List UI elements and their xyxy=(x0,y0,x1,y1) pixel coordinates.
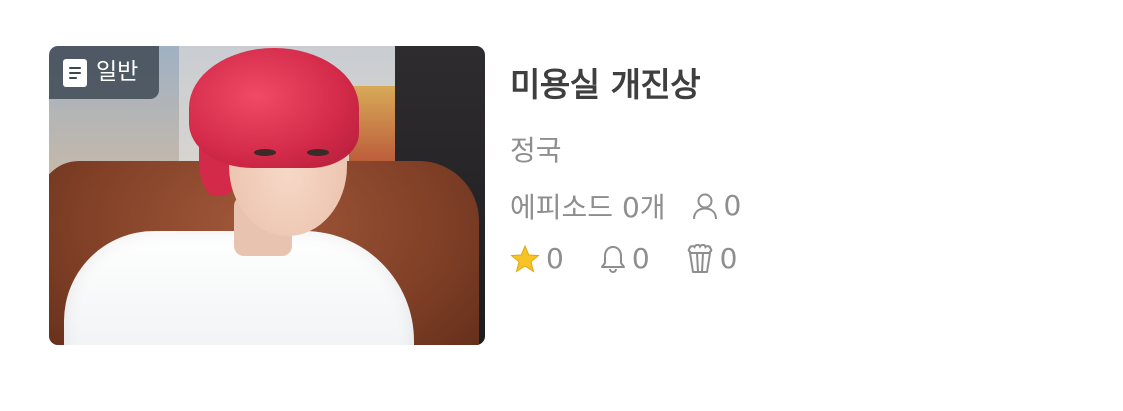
genre-badge: 일반 xyxy=(49,46,159,99)
popcorn-icon xyxy=(686,244,714,274)
bell-icon xyxy=(600,245,626,273)
alert-count[interactable]: 0 xyxy=(600,245,650,273)
reaction-stats-row: 0 0 0 xyxy=(510,244,737,274)
subscriber-value: 0 xyxy=(723,189,742,222)
star-icon xyxy=(510,245,540,273)
genre-badge-label: 일반 xyxy=(96,59,139,85)
star-count: 0 xyxy=(510,245,564,273)
story-title[interactable]: 미용실 개진상 xyxy=(510,58,701,106)
cover-eye-left xyxy=(254,149,276,156)
episode-stats-row: 에피소드 0개 0 xyxy=(510,186,741,226)
person-icon xyxy=(692,192,718,220)
cover-eye-right xyxy=(307,149,329,156)
story-card[interactable]: 일반 미용실 개진상 정국 에피소드 0개 0 0 0 0 xyxy=(49,46,769,346)
alert-value: 0 xyxy=(631,242,650,275)
cover-image[interactable]: 일반 xyxy=(49,46,485,345)
star-value: 0 xyxy=(546,242,564,275)
popcorn-value: 0 xyxy=(719,242,738,275)
episode-count: 에피소드 0개 xyxy=(510,191,666,224)
story-author[interactable]: 정국 xyxy=(510,129,562,169)
subscriber-count: 0 xyxy=(692,189,742,222)
popcorn-count[interactable]: 0 xyxy=(686,242,738,275)
document-icon xyxy=(63,58,87,87)
